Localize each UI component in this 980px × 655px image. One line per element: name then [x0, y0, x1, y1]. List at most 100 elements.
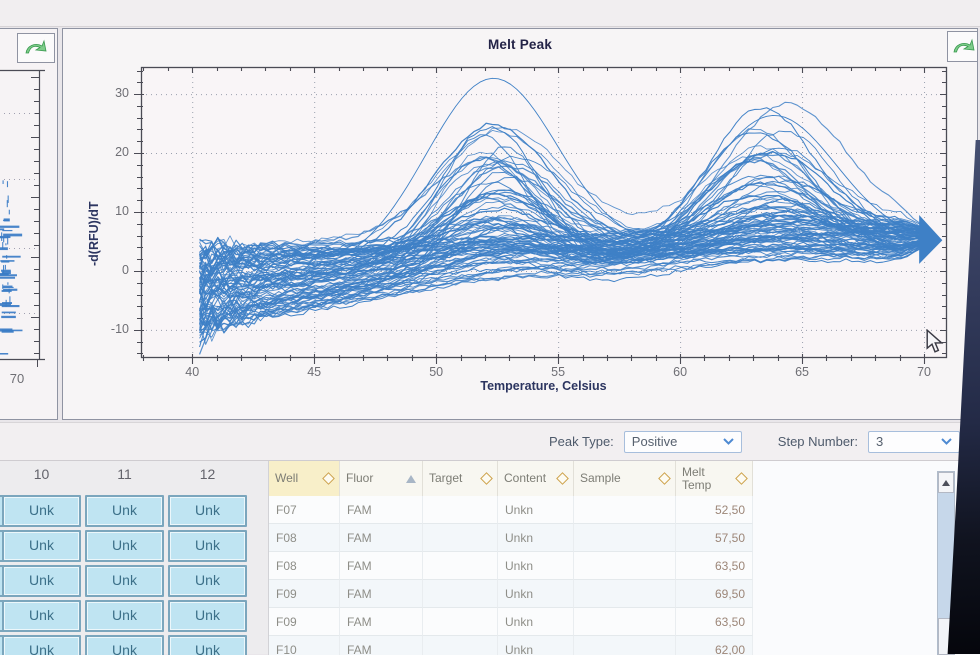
cell-fluor: FAM: [340, 580, 423, 608]
plate-grid: 101112UnkUnkUnkUnkUnkUnkUnkUnkUnkUnkUnkU…: [0, 461, 268, 655]
mouse-cursor: [925, 329, 945, 353]
step-number-value: 3: [876, 434, 883, 449]
column-header-label: Sample: [580, 472, 621, 485]
well-cell[interactable]: Unk: [85, 565, 164, 597]
chart-controls-bar: Peak Type: Positive Step Number: 3: [0, 422, 980, 460]
table-row[interactable]: F08FAM Unkn 57,50: [269, 524, 753, 552]
cell-melt_temp: 57,50: [676, 524, 753, 552]
well-cell[interactable]: Unk: [2, 600, 81, 632]
table-row[interactable]: F09FAM Unkn 69,50: [269, 580, 753, 608]
peak-type-value: Positive: [632, 434, 678, 449]
column-header-fluor[interactable]: Fluor: [340, 461, 423, 496]
results-table: WellFluorTargetContentSampleMelt TempF07…: [268, 461, 980, 655]
cell-sample: [574, 552, 676, 580]
sort-diamond-icon: [556, 472, 569, 485]
well-cell[interactable]: Unk: [85, 600, 164, 632]
column-header-well[interactable]: Well: [269, 461, 340, 496]
well-cell[interactable]: Unk: [2, 565, 81, 597]
x-tick-label: 55: [538, 365, 578, 379]
cell-sample: [574, 580, 676, 608]
x-tick-label: 70: [904, 365, 944, 379]
x-tick-label: 45: [294, 365, 334, 379]
table-row[interactable]: F08FAM Unkn 63,50: [269, 552, 753, 580]
cell-sample: [574, 496, 676, 524]
well-cell[interactable]: Unk: [168, 635, 247, 655]
cell-melt_temp: 69,50: [676, 580, 753, 608]
table-row[interactable]: F07FAMUnkn52,50: [269, 496, 753, 524]
cell-well: F09: [269, 608, 340, 636]
plate-column-header: 10: [2, 466, 81, 482]
left-chart-panel: 70: [0, 28, 58, 420]
step-number-label: Step Number:: [778, 434, 858, 449]
cell-fluor: FAM: [340, 524, 423, 552]
left-chart-x-tick: 70: [0, 371, 35, 386]
cell-content: Unkn: [498, 496, 574, 524]
bottom-section: 101112UnkUnkUnkUnkUnkUnkUnkUnkUnkUnkUnkU…: [0, 460, 980, 654]
plate-column-header: 11: [85, 466, 164, 482]
cell-fluor: FAM: [340, 552, 423, 580]
cell-target: [423, 608, 498, 636]
window-top-strip: [0, 0, 980, 27]
well-cell[interactable]: Unk: [85, 635, 164, 655]
x-tick-label: 50: [416, 365, 456, 379]
sort-diamond-icon: [480, 472, 493, 485]
cell-well: F08: [269, 524, 340, 552]
well-cell[interactable]: Unk: [168, 600, 247, 632]
cell-target: [423, 636, 498, 655]
cell-content: Unkn: [498, 580, 574, 608]
y-tick-label: -10: [83, 322, 129, 336]
well-cell[interactable]: Unk: [85, 495, 164, 527]
well-cell[interactable]: Unk: [2, 495, 81, 527]
column-header-label: Content: [504, 472, 546, 485]
column-header-melt-temp[interactable]: Melt Temp: [676, 461, 753, 496]
x-axis-label: Temperature, Celsius: [141, 379, 946, 393]
cell-content: Unkn: [498, 524, 574, 552]
melt-peak-chart-panel: Melt Peak 40455055606570-100102030 Tempe…: [62, 28, 978, 420]
cell-well: F10: [269, 636, 340, 655]
step-number-select[interactable]: 3: [868, 431, 960, 453]
cell-melt_temp: 63,50: [676, 552, 753, 580]
well-cell[interactable]: Unk: [168, 565, 247, 597]
cell-sample: [574, 524, 676, 552]
cell-melt_temp: 62,00: [676, 636, 753, 655]
well-cell[interactable]: Unk: [2, 635, 81, 655]
vertical-scrollbar[interactable]: [937, 471, 955, 655]
x-tick-label: 65: [782, 365, 822, 379]
peak-type-label: Peak Type:: [549, 434, 614, 449]
cell-melt_temp: 52,50: [676, 496, 753, 524]
x-tick-label: 60: [660, 365, 700, 379]
cell-content: Unkn: [498, 552, 574, 580]
sort-diamond-icon: [658, 472, 671, 485]
cell-target: [423, 496, 498, 524]
column-header-content[interactable]: Content: [498, 461, 574, 496]
cell-target: [423, 524, 498, 552]
cell-fluor: FAM: [340, 496, 423, 524]
melt-peak-plot[interactable]: [63, 29, 978, 420]
table-row[interactable]: F10FAMUnkn62,00: [269, 636, 753, 655]
scrollbar-thumb[interactable]: [938, 618, 954, 655]
table-row[interactable]: F09FAMUnkn63,50: [269, 608, 753, 636]
column-header-label: Melt Temp: [682, 466, 720, 492]
well-cell[interactable]: Unk: [168, 530, 247, 562]
cell-well: F09: [269, 580, 340, 608]
sort-diamond-icon: [735, 472, 748, 485]
left-chart-fragment: [0, 29, 59, 421]
cell-melt_temp: 63,50: [676, 608, 753, 636]
plate-column-header: 12: [168, 466, 247, 482]
scroll-up-button[interactable]: [938, 472, 954, 493]
column-header-target[interactable]: Target: [423, 461, 498, 496]
table-header-row: Well Fluor Target Content Sample Melt Temp: [269, 461, 753, 497]
peak-type-select[interactable]: Positive: [624, 431, 742, 453]
sort-ascending-icon: [406, 475, 416, 483]
cell-target: [423, 552, 498, 580]
y-tick-label: 30: [83, 86, 129, 100]
chevron-down-icon: [723, 438, 734, 445]
column-header-label: Fluor: [346, 472, 373, 485]
well-cell[interactable]: Unk: [85, 530, 164, 562]
cell-content: Unkn: [498, 608, 574, 636]
well-cell[interactable]: Unk: [2, 530, 81, 562]
well-cell[interactable]: Unk: [168, 495, 247, 527]
column-header-sample[interactable]: Sample: [574, 461, 676, 496]
x-tick-label: 40: [172, 365, 212, 379]
cell-well: F08: [269, 552, 340, 580]
